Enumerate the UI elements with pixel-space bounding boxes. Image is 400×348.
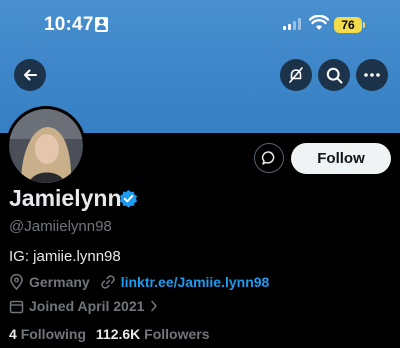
search-button[interactable] <box>318 59 350 91</box>
following-count: 4 <box>9 326 17 342</box>
followers-label: Followers <box>144 326 210 342</box>
wifi-icon <box>309 15 329 30</box>
follow-button[interactable]: Follow <box>291 143 391 174</box>
chevron-right-icon <box>151 300 158 312</box>
location-text: Germany <box>29 274 90 290</box>
avatar[interactable] <box>6 106 86 186</box>
status-time: 10:47 <box>44 14 94 35</box>
website-link[interactable]: linktr.ee/Jamiie.lynn98 <box>121 274 270 290</box>
bio: IG: jamiie.lynn98 <box>9 248 121 265</box>
joined-text: Joined April 2021 <box>29 298 145 314</box>
meta-row-joined[interactable]: Joined April 2021 <box>9 297 158 315</box>
meta-row-location: Germany linktr.ee/Jamiie.lynn98 <box>9 273 269 291</box>
person-icon <box>95 17 108 32</box>
signal-icon <box>283 18 303 30</box>
follow-counts: 4 Following 112.6K Followers <box>9 326 210 342</box>
handle: @Jamiielynn98 <box>9 218 112 235</box>
no-bell-icon <box>289 67 303 83</box>
notifications-button[interactable] <box>280 59 312 91</box>
followers-link[interactable]: 112.6K Followers <box>96 326 210 342</box>
verified-badge-icon <box>119 189 138 208</box>
back-button[interactable] <box>14 59 46 91</box>
calendar-icon <box>9 300 24 313</box>
battery-icon: 76 <box>334 17 362 33</box>
back-arrow-icon <box>24 69 37 81</box>
followers-count: 112.6K <box>95 326 141 342</box>
following-label: Following <box>20 326 87 342</box>
message-button[interactable] <box>254 143 284 173</box>
location-icon <box>10 274 23 290</box>
display-name: Jamielynn <box>9 185 122 211</box>
more-button[interactable] <box>356 59 388 91</box>
message-icon <box>261 151 275 165</box>
link-icon <box>101 275 115 289</box>
more-icon <box>364 73 380 77</box>
following-link[interactable]: 4 Following <box>9 326 86 342</box>
search-icon <box>326 67 342 83</box>
